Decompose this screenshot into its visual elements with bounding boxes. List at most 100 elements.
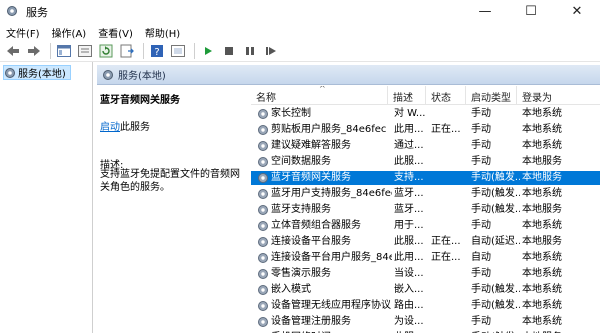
toolbar: ? bbox=[0, 40, 600, 62]
service-logon-cell: 本地系统 bbox=[522, 252, 562, 263]
service-row[interactable]: 蓝牙支持服务 蓝牙... 手动(触发... 本地服务 bbox=[251, 203, 600, 217]
menu-help[interactable]: 帮助(H) bbox=[139, 22, 186, 40]
menu-bar: 文件(F) 操作(A) 查看(V) 帮助(H) bbox=[0, 22, 600, 40]
service-name-cell: 家长控制 bbox=[271, 108, 311, 119]
service-row[interactable]: 设备管理无线应用程序协议... 路由... 手动(触发... 本地系统 bbox=[251, 299, 600, 313]
refresh-icon[interactable] bbox=[97, 42, 115, 60]
forward-icon[interactable] bbox=[25, 42, 43, 60]
service-description-cell: 对 W... bbox=[394, 108, 426, 119]
start-icon[interactable] bbox=[199, 42, 217, 60]
tree-item-services-local[interactable]: 服务(本地) bbox=[3, 65, 71, 80]
service-startup-cell: 手动(触发... bbox=[471, 188, 520, 199]
service-startup-cell: 手动(触发... bbox=[471, 204, 520, 215]
column-name[interactable]: 名称 ^ bbox=[251, 86, 388, 105]
service-gear-icon bbox=[258, 109, 268, 119]
service-gear-icon bbox=[258, 189, 268, 199]
service-row[interactable]: 立体音频组合器服务 用于... 手动 本地系统 bbox=[251, 219, 600, 233]
service-startup-cell: 手动 bbox=[471, 156, 491, 167]
service-logon-cell: 本地系统 bbox=[522, 300, 562, 311]
service-description-cell: 此用... bbox=[394, 124, 424, 135]
service-description-cell: 此用... bbox=[394, 252, 424, 263]
service-startup-cell: 手动 bbox=[471, 108, 491, 119]
service-row[interactable]: 空间数据服务 此服... 手动 本地服务 bbox=[251, 155, 600, 169]
properties-icon[interactable] bbox=[76, 42, 94, 60]
service-row[interactable]: 设备管理注册服务 为设... 手动 本地系统 bbox=[251, 315, 600, 329]
service-row[interactable]: 嵌入模式 嵌入... 手动(触发... 本地系统 bbox=[251, 283, 600, 297]
service-description-cell: 蓝牙... bbox=[394, 188, 424, 199]
tree-item-label: 服务(本地) bbox=[18, 69, 66, 80]
services-list: 名称 ^ 描述 状态 启动类型 登录为 家长控制对 W... 手动 本地系统 剪贴板用… bbox=[251, 86, 600, 333]
service-description-cell: 此服... bbox=[394, 236, 424, 247]
service-logon-cell: 本地系统 bbox=[522, 316, 562, 327]
minimize-button[interactable]: — bbox=[462, 0, 508, 22]
service-logon-cell: 本地系统 bbox=[522, 220, 562, 231]
close-button[interactable]: ✕ bbox=[554, 0, 600, 22]
column-startup-type[interactable]: 启动类型 bbox=[466, 86, 517, 105]
title-bar: 服务 — ☐ ✕ bbox=[0, 0, 600, 22]
restart-icon[interactable] bbox=[262, 42, 280, 60]
service-logon-cell: 本地服务 bbox=[522, 236, 562, 247]
service-status-cell bbox=[431, 315, 469, 329]
menu-view[interactable]: 查看(V) bbox=[92, 22, 139, 40]
gear-icon bbox=[103, 69, 113, 80]
column-logon-as[interactable]: 登录为 bbox=[517, 86, 600, 105]
service-status-cell bbox=[431, 219, 469, 233]
pause-icon[interactable] bbox=[241, 42, 259, 60]
services-app-icon bbox=[7, 6, 17, 16]
service-row[interactable]: 零售演示服务 当设... 手动 本地系统 bbox=[251, 267, 600, 281]
description-pane: 蓝牙音频网关服务 启动此服务 描述: 支持蓝牙免提配置文件的音频网关角色的服务。 bbox=[97, 86, 249, 333]
maximize-button[interactable]: ☐ bbox=[508, 0, 554, 22]
export-icon[interactable] bbox=[118, 42, 136, 60]
service-logon-cell: 本地服务 bbox=[522, 156, 562, 167]
service-logon-cell: 本地系统 bbox=[522, 188, 562, 199]
service-name-cell: 连接设备平台服务 bbox=[271, 236, 351, 247]
service-gear-icon bbox=[258, 221, 268, 231]
column-description[interactable]: 描述 bbox=[388, 86, 426, 105]
service-gear-icon bbox=[258, 205, 268, 215]
service-gear-icon bbox=[258, 173, 268, 183]
service-status-cell bbox=[431, 139, 469, 153]
service-startup-cell: 手动 bbox=[471, 316, 491, 327]
column-status[interactable]: 状态 bbox=[426, 86, 466, 105]
service-description-cell: 支持... bbox=[394, 172, 424, 183]
pane-header: 服务(本地) bbox=[97, 65, 600, 85]
column-name-label: 名称 bbox=[256, 93, 276, 104]
service-description-cell: 蓝牙... bbox=[394, 204, 424, 215]
menu-action[interactable]: 操作(A) bbox=[46, 22, 93, 40]
service-logon-cell: 本地服务 bbox=[522, 204, 562, 215]
service-description-cell: 为设... bbox=[394, 316, 424, 327]
start-service-line: 启动此服务 bbox=[100, 118, 150, 133]
service-status-cell bbox=[431, 187, 469, 201]
service-name-cell: 连接设备平台用户服务_84e6... bbox=[271, 252, 392, 263]
stop-icon[interactable] bbox=[220, 42, 238, 60]
service-name-cell: 空间数据服务 bbox=[271, 156, 331, 167]
service-name-cell: 剪贴板用户服务_84e6fec bbox=[271, 124, 387, 135]
service-description-cell: 当设... bbox=[394, 268, 424, 279]
toolbar-separator bbox=[50, 42, 51, 59]
service-startup-cell: 手动(触发... bbox=[471, 172, 520, 183]
service-name-cell: 蓝牙支持服务 bbox=[271, 204, 331, 215]
column-header-row: 名称 ^ 描述 状态 启动类型 登录为 bbox=[251, 86, 600, 105]
service-status-cell bbox=[431, 267, 469, 281]
service-row[interactable]: 蓝牙音频网关服务 支持... 手动(触发... 本地服务 bbox=[251, 171, 600, 185]
console-tree-icon[interactable] bbox=[55, 42, 73, 60]
service-status-cell bbox=[431, 171, 469, 185]
start-service-link[interactable]: 启动 bbox=[100, 122, 120, 133]
service-status-cell: 正在... bbox=[431, 236, 461, 247]
service-status-cell bbox=[431, 107, 469, 121]
menu-file[interactable]: 文件(F) bbox=[0, 22, 46, 40]
service-logon-cell: 本地系统 bbox=[522, 108, 562, 119]
service-row[interactable]: 连接设备平台用户服务_84e6...此用... 正在... 自动 本地系统 bbox=[251, 251, 600, 265]
service-name-cell: 嵌入模式 bbox=[271, 284, 311, 295]
service-row[interactable]: 家长控制 对 W... 手动 本地系统 bbox=[251, 107, 600, 121]
service-description-cell: 嵌入... bbox=[394, 284, 424, 295]
back-icon[interactable] bbox=[4, 42, 22, 60]
service-row[interactable]: 剪贴板用户服务_84e6fec 此用... 正在... 手动 本地系统 bbox=[251, 123, 600, 137]
help-icon[interactable]: ? bbox=[148, 42, 166, 60]
service-row[interactable]: 建议疑难解答服务 通过... 手动 本地系统 bbox=[251, 139, 600, 153]
toolbar-separator bbox=[194, 42, 195, 59]
service-gear-icon bbox=[258, 157, 268, 167]
service-row[interactable]: 连接设备平台服务 此服... 正在... 自动(延迟... 本地服务 bbox=[251, 235, 600, 249]
service-row[interactable]: 蓝牙用户支持服务_84e6fec 蓝牙... 手动(触发... 本地系统 bbox=[251, 187, 600, 201]
details-icon[interactable] bbox=[169, 42, 187, 60]
